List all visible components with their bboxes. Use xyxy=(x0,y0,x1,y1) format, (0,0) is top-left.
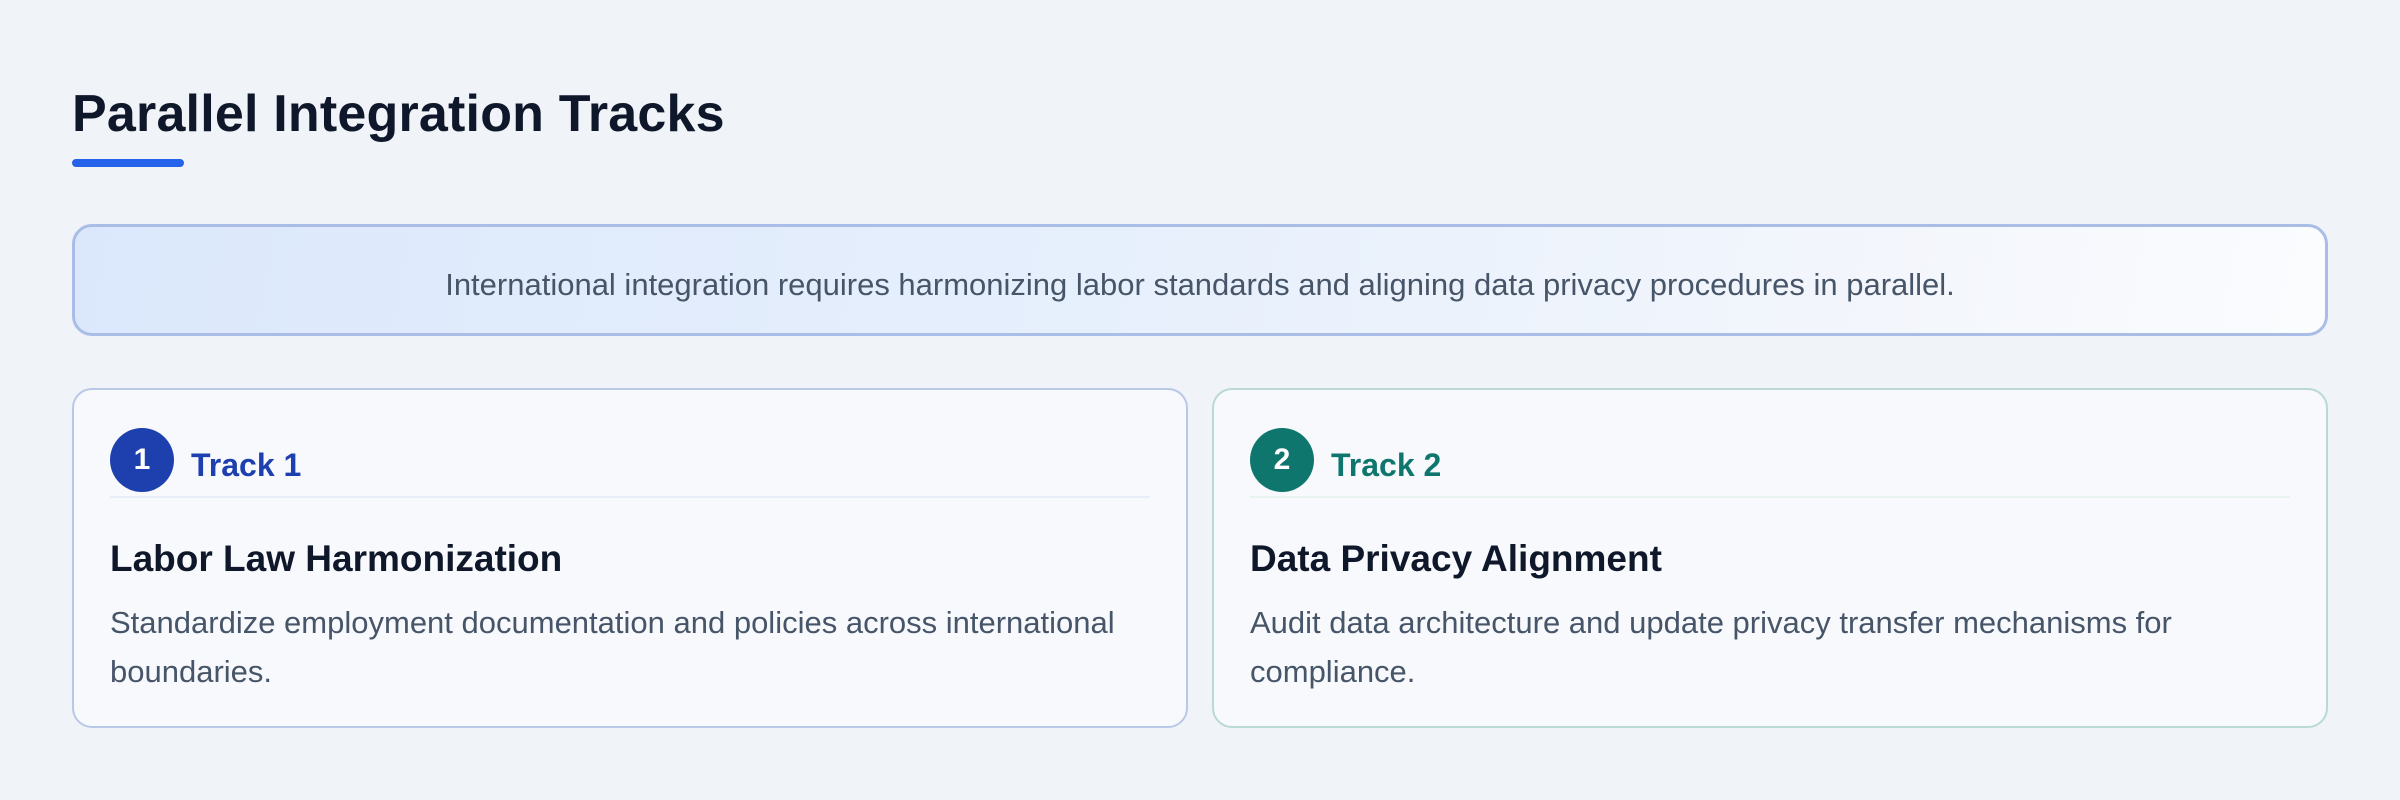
page: Parallel Integration Tracks Internationa… xyxy=(0,0,2400,800)
track-description: Standardize employment documentation and… xyxy=(110,605,1115,689)
title-underline xyxy=(72,159,184,167)
track-title: Labor Law Harmonization xyxy=(110,538,563,579)
track-label: Track 1 xyxy=(191,447,302,483)
track-card-2: 2 Track 2 Data Privacy Alignment Audit d… xyxy=(1212,388,2328,728)
track-card-header: 2 Track 2 xyxy=(1250,428,2290,498)
track-card-header: 1 Track 1 xyxy=(110,428,1150,498)
page-title: Parallel Integration Tracks xyxy=(72,85,725,143)
track-title: Data Privacy Alignment xyxy=(1250,538,1662,579)
track-number-badge: 1 xyxy=(110,428,174,492)
track-label: Track 2 xyxy=(1331,447,1442,483)
track-description: Audit data architecture and update priva… xyxy=(1250,605,2172,689)
summary-banner: International integration requires harmo… xyxy=(72,224,2328,336)
banner-text: International integration requires harmo… xyxy=(445,267,1955,302)
track-card-1: 1 Track 1 Labor Law Harmonization Standa… xyxy=(72,388,1188,728)
track-number-badge: 2 xyxy=(1250,428,1314,492)
